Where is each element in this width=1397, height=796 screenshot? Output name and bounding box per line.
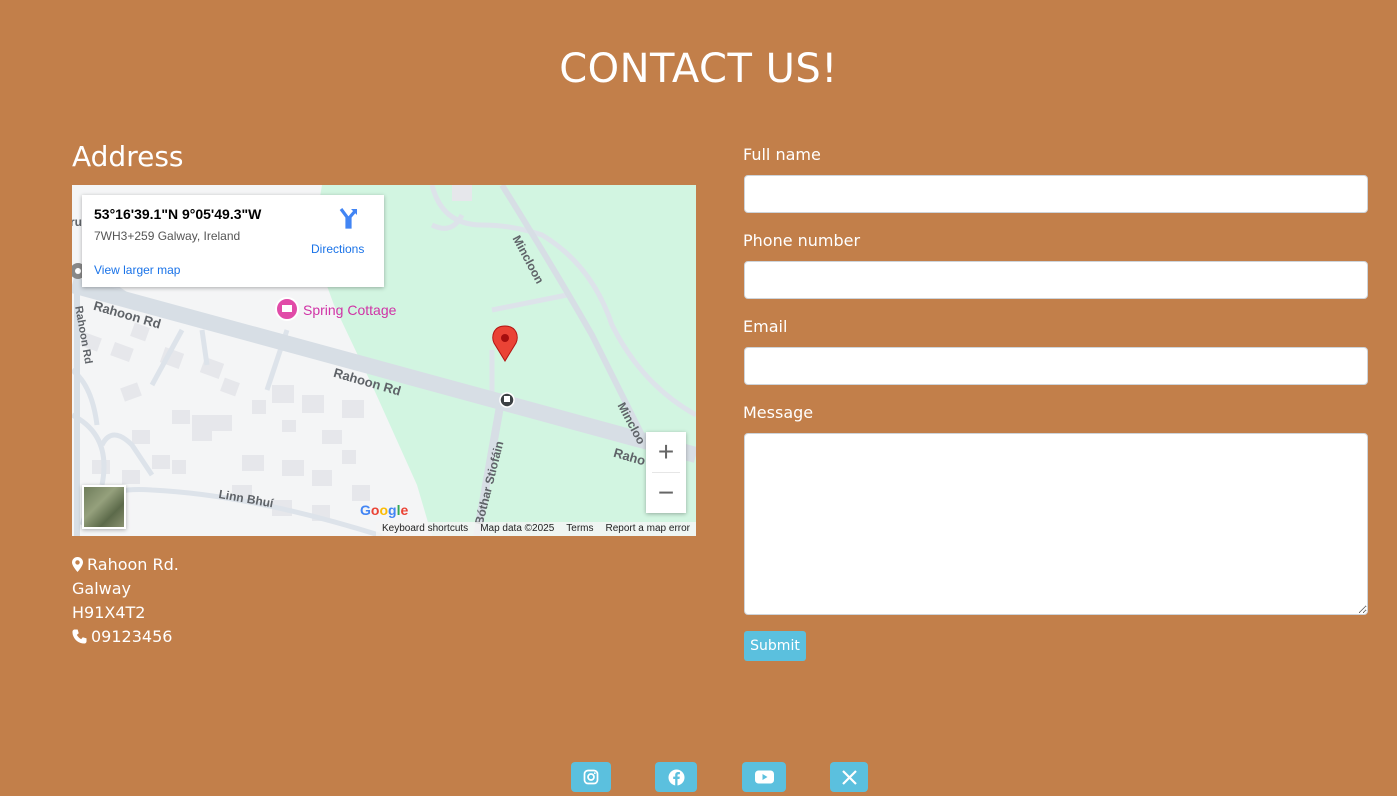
email-label: Email	[743, 317, 788, 336]
instagram-icon	[583, 769, 599, 785]
keyboard-shortcuts-link[interactable]: Keyboard shortcuts	[382, 522, 468, 536]
map-poi-label[interactable]: Spring Cottage	[303, 302, 396, 318]
address-phone-line: 09123456	[72, 625, 179, 649]
full-name-label: Full name	[743, 145, 821, 164]
x-twitter-link[interactable]	[830, 762, 868, 792]
address-city: Galway	[72, 579, 132, 598]
instagram-link[interactable]	[571, 762, 611, 792]
map-data-text: Map data ©2025	[480, 523, 555, 534]
directions-icon[interactable]	[337, 207, 359, 229]
directions-link[interactable]: Directions	[311, 242, 364, 256]
message-label: Message	[743, 403, 814, 422]
map-marker-icon	[72, 557, 83, 572]
address-postcode: H91X4T2	[72, 603, 146, 622]
phone-icon	[72, 629, 87, 644]
view-larger-map-link[interactable]: View larger map	[94, 263, 180, 277]
address-heading: Address	[72, 140, 184, 173]
youtube-icon	[754, 770, 774, 784]
map-coordinates: 53°16'39.1"N 9°05'49.3"W	[94, 206, 262, 222]
map-info-card: 53°16'39.1"N 9°05'49.3"W 7WH3+259 Galway…	[82, 195, 384, 287]
email-input[interactable]	[744, 347, 1368, 385]
terms-link[interactable]: Terms	[566, 522, 593, 536]
address-phone: 09123456	[91, 627, 173, 646]
zoom-out-button[interactable]: −	[646, 473, 686, 513]
map-zoom-controls: + −	[646, 432, 686, 513]
facebook-link[interactable]	[655, 762, 697, 792]
phone-number-label: Phone number	[743, 231, 861, 250]
phone-number-input[interactable]	[744, 261, 1368, 299]
map-partial-label: ru	[72, 215, 82, 229]
message-textarea[interactable]	[744, 433, 1368, 615]
address-details: Rahoon Rd. Galway H91X4T2 09123456	[72, 553, 179, 649]
submit-button[interactable]: Submit	[744, 631, 806, 661]
full-name-input[interactable]	[744, 175, 1368, 213]
x-twitter-icon	[841, 769, 857, 785]
map-footer: Keyboard shortcuts Map data ©2025 Terms …	[376, 522, 696, 536]
facebook-icon	[668, 769, 684, 785]
google-logo: Google	[360, 502, 409, 518]
embedded-map[interactable]: ru Rahoon Rd Rahoon Rd Raho Mincloon Min…	[72, 185, 696, 536]
page-title: CONTACT US!	[559, 46, 838, 92]
map-plus-code: 7WH3+259 Galway, Ireland	[94, 229, 241, 243]
youtube-link[interactable]	[742, 762, 786, 792]
zoom-in-button[interactable]: +	[646, 432, 686, 472]
satellite-toggle-button[interactable]	[82, 485, 126, 529]
address-street: Rahoon Rd.	[87, 555, 179, 574]
report-map-error-link[interactable]: Report a map error	[606, 522, 690, 536]
address-street-line: Rahoon Rd.	[72, 553, 179, 577]
